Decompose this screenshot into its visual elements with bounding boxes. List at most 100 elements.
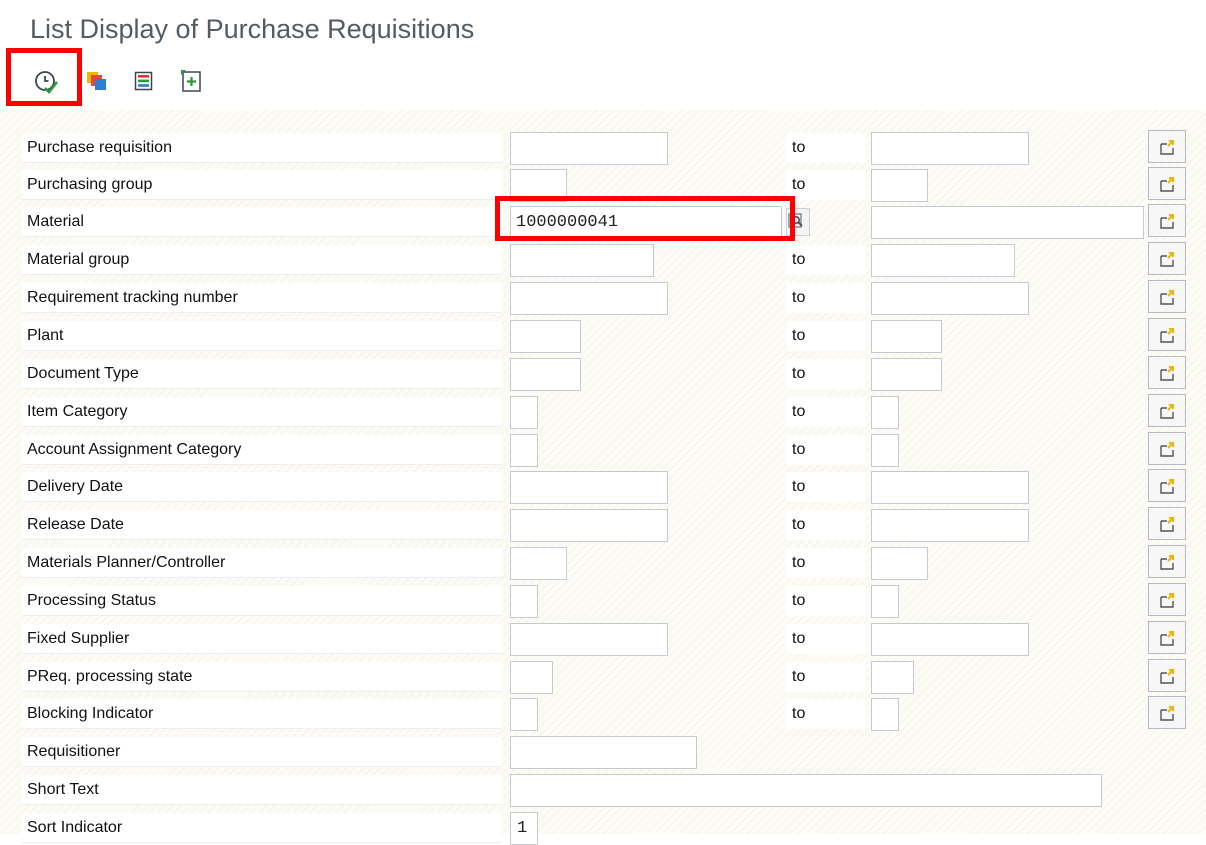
multiple-selection-icon: [1160, 442, 1174, 457]
material-low-input[interactable]: 1000000041: [510, 206, 782, 239]
multiple-selection-button[interactable]: [1148, 356, 1186, 389]
blocking-indicator-high-input[interactable]: [871, 698, 899, 731]
row-purchase-requisition: Purchase requisition to: [0, 126, 1206, 165]
label-purchase-requisition: Purchase requisition: [22, 133, 502, 163]
fixed-supplier-low-input[interactable]: [510, 623, 668, 656]
multiple-selection-button[interactable]: [1148, 469, 1186, 502]
multiple-selection-button[interactable]: [1148, 583, 1186, 616]
material-group-high-input[interactable]: [871, 244, 1015, 277]
label-account-assignment-category: Account Assignment Category: [22, 435, 502, 465]
execute-button[interactable]: [33, 69, 59, 94]
label-material-group: Material group: [22, 245, 502, 275]
multiple-selection-icon: [1160, 328, 1174, 343]
multiple-selection-button[interactable]: [1148, 280, 1186, 313]
preq-processing-state-high-input[interactable]: [871, 661, 914, 694]
materials-planner-controller-high-input[interactable]: [871, 547, 928, 580]
multiple-selection-button[interactable]: [1148, 659, 1186, 692]
list-button[interactable]: [134, 71, 158, 95]
label-preq-processing-state: PReq. processing state: [22, 662, 502, 692]
multiple-selection-icon: [1160, 290, 1174, 305]
add-icon: [181, 70, 201, 92]
multiple-selection-icon: [1160, 366, 1174, 381]
get-variant-button[interactable]: [86, 70, 110, 94]
multiple-selection-button[interactable]: [1148, 318, 1186, 351]
processing-status-low-input[interactable]: [510, 585, 538, 618]
to-label: to: [786, 359, 866, 389]
purchase-requisition-high-input[interactable]: [871, 132, 1029, 165]
preq-processing-state-low-input[interactable]: [510, 661, 553, 694]
multiple-selection-icon: [1160, 669, 1174, 684]
plant-high-input[interactable]: [871, 320, 942, 353]
release-date-high-input[interactable]: [871, 509, 1029, 542]
account-assignment-category-high-input[interactable]: [871, 434, 899, 467]
label-item-category: Item Category: [22, 397, 502, 427]
material-group-low-input[interactable]: [510, 244, 654, 277]
execute-icon: [35, 71, 59, 94]
add-button[interactable]: [180, 69, 204, 93]
row-processing-status: Processing Status to: [0, 579, 1206, 618]
row-preq-processing-state: PReq. processing state to: [0, 655, 1206, 694]
purchasing-group-low-input[interactable]: [510, 169, 567, 202]
multiple-selection-icon: [1160, 177, 1174, 192]
requirement-tracking-number-low-input[interactable]: [510, 282, 668, 315]
row-delivery-date: Delivery Date to: [0, 465, 1206, 504]
row-materials-planner-controller: Materials Planner/Controller to: [0, 541, 1206, 580]
multiple-selection-button[interactable]: [1148, 696, 1186, 729]
fixed-supplier-high-input[interactable]: [871, 623, 1029, 656]
to-label: to: [786, 321, 866, 351]
multiple-selection-button[interactable]: [1148, 204, 1186, 237]
value-help-button[interactable]: [786, 208, 810, 236]
multiple-selection-icon: [1160, 404, 1174, 419]
blocking-indicator-low-input[interactable]: [510, 698, 538, 731]
label-materials-planner-controller: Materials Planner/Controller: [22, 548, 502, 578]
to-label: to: [786, 397, 866, 427]
item-category-low-input[interactable]: [510, 396, 538, 429]
requisitioner-input[interactable]: [510, 736, 697, 769]
label-sort-indicator: Sort Indicator: [22, 813, 502, 843]
delivery-date-high-input[interactable]: [871, 471, 1029, 504]
requirement-tracking-number-high-input[interactable]: [871, 282, 1029, 315]
label-processing-status: Processing Status: [22, 586, 502, 616]
delivery-date-low-input[interactable]: [510, 471, 668, 504]
item-category-high-input[interactable]: [871, 396, 899, 429]
row-requirement-tracking-number: Requirement tracking number to: [0, 276, 1206, 315]
multiple-selection-button[interactable]: [1148, 167, 1186, 200]
multiple-selection-icon: [1160, 517, 1174, 532]
to-label: to: [786, 283, 866, 313]
materials-planner-controller-low-input[interactable]: [510, 547, 567, 580]
multiple-selection-button[interactable]: [1148, 507, 1186, 540]
row-plant: Plant to: [0, 314, 1206, 353]
row-material-group: Material group to: [0, 238, 1206, 277]
multiple-selection-icon: [1160, 479, 1174, 494]
to-label: to: [786, 245, 866, 275]
to-label: to: [786, 699, 866, 729]
row-account-assignment-category: Account Assignment Category to: [0, 428, 1206, 467]
label-blocking-indicator: Blocking Indicator: [22, 699, 502, 729]
to-label: to: [786, 170, 866, 200]
label-document-type: Document Type: [22, 359, 502, 389]
multiple-selection-button[interactable]: [1148, 242, 1186, 275]
to-label: to: [786, 548, 866, 578]
multiple-selection-button[interactable]: [1148, 432, 1186, 465]
account-assignment-category-low-input[interactable]: [510, 434, 538, 467]
multiple-selection-button[interactable]: [1148, 130, 1186, 163]
multiple-selection-button[interactable]: [1148, 394, 1186, 427]
to-label: to: [786, 586, 866, 616]
processing-status-high-input[interactable]: [871, 585, 899, 618]
multiple-selection-button[interactable]: [1148, 621, 1186, 654]
page-title: List Display of Purchase Requisitions: [30, 14, 475, 44]
document-type-high-input[interactable]: [871, 358, 942, 391]
short-text-input[interactable]: [510, 774, 1102, 807]
label-fixed-supplier: Fixed Supplier: [22, 624, 502, 654]
purchase-requisition-low-input[interactable]: [510, 132, 668, 165]
plant-low-input[interactable]: [510, 320, 581, 353]
purchasing-group-high-input[interactable]: [871, 169, 928, 202]
document-type-low-input[interactable]: [510, 358, 581, 391]
to-label: to: [786, 662, 866, 692]
material-high-input[interactable]: [871, 206, 1144, 239]
multiple-selection-icon: [1160, 252, 1174, 267]
row-blocking-indicator: Blocking Indicator to: [0, 692, 1206, 731]
release-date-low-input[interactable]: [510, 509, 668, 542]
multiple-selection-button[interactable]: [1148, 545, 1186, 578]
sort-indicator-input[interactable]: 1: [510, 812, 538, 845]
